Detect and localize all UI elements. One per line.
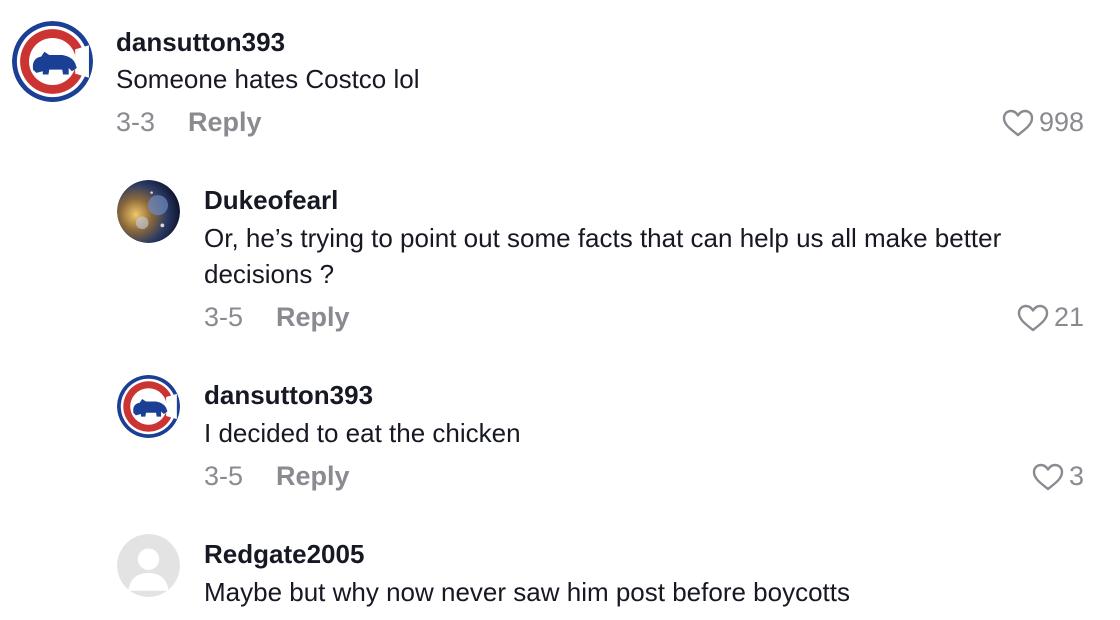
reply-button[interactable]: Reply <box>276 302 350 333</box>
comment-meta: 3-5 Reply <box>204 302 350 333</box>
comment-username[interactable]: dansutton393 <box>204 380 373 411</box>
comment-date: 3-5 <box>204 461 244 491</box>
default-avatar-icon <box>117 534 180 597</box>
comment-username[interactable]: Dukeofearl <box>204 185 338 216</box>
like-button[interactable]: 998 <box>1001 107 1084 138</box>
avatar[interactable] <box>117 375 180 438</box>
cubs-logo-icon <box>117 375 180 438</box>
comment-text: Or, he’s trying to point out some facts … <box>204 223 1002 289</box>
avatar[interactable] <box>117 180 180 243</box>
reply-button[interactable]: Reply <box>276 461 350 492</box>
like-button[interactable]: 3 <box>1031 461 1084 492</box>
heart-icon <box>1032 463 1064 490</box>
like-count: 21 <box>1053 302 1084 332</box>
comment-username[interactable]: Redgate2005 <box>204 539 364 570</box>
like-button[interactable]: 21 <box>1016 302 1084 333</box>
heart-icon <box>1017 304 1049 331</box>
comment-text: Maybe but why now never saw him post bef… <box>204 577 850 607</box>
heart-icon <box>1002 109 1034 136</box>
galaxy-avatar-icon <box>117 180 180 243</box>
comment-date: 3-3 <box>116 107 156 137</box>
comment-username[interactable]: dansutton393 <box>116 27 285 58</box>
avatar[interactable] <box>117 534 180 597</box>
cubs-logo-icon <box>12 21 93 102</box>
like-count: 3 <box>1068 461 1084 491</box>
like-count: 998 <box>1038 107 1084 137</box>
avatar[interactable] <box>12 21 93 102</box>
reply-button[interactable]: Reply <box>188 107 262 138</box>
comment-text: Someone hates Costco lol <box>116 64 420 94</box>
comment-date: 3-5 <box>204 302 244 332</box>
comment-meta: 3-5 Reply <box>204 461 350 492</box>
comment-meta: 3-3 Reply <box>116 107 262 138</box>
comment-text: I decided to eat the chicken <box>204 418 521 448</box>
